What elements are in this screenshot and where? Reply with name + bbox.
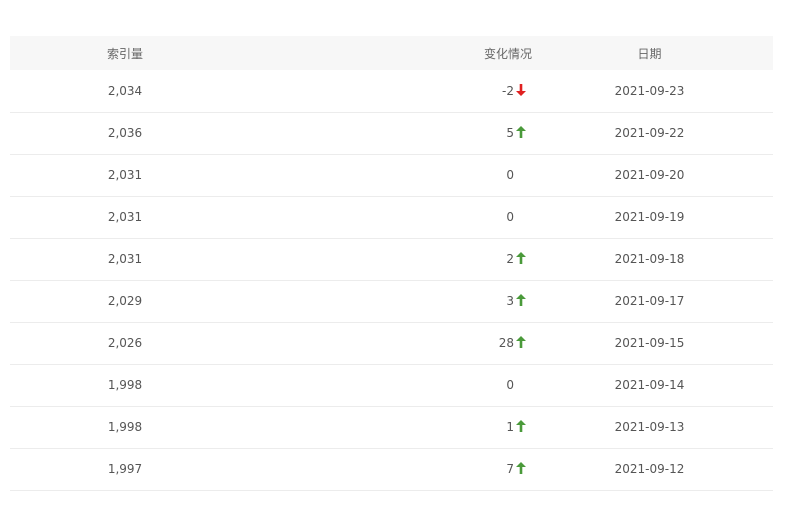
change-cell: 5 — [240, 112, 526, 154]
change-value-wrap: 28 — [486, 336, 526, 350]
arrow-up-icon — [516, 252, 526, 264]
index-count-cell: 2,031 — [107, 252, 143, 266]
change-value: 28 — [498, 336, 514, 350]
header-row: 索引量 变化情况 日期 — [10, 36, 773, 70]
change-value: 7 — [506, 462, 514, 476]
date-cell: 2021-09-19 — [614, 210, 685, 224]
change-cell: 28 — [240, 322, 526, 364]
arrow-up-icon — [516, 294, 526, 306]
arrow-up-icon — [516, 126, 526, 138]
header-date: 日期 — [637, 46, 662, 61]
change-value-wrap: 7 — [486, 462, 526, 476]
arrow-up-icon — [516, 462, 526, 474]
arrow-up-icon — [516, 336, 526, 348]
change-cell: 7 — [240, 448, 526, 490]
arrow-down-icon — [516, 83, 526, 96]
change-value-wrap: 0 — [486, 378, 526, 392]
change-cell: 2 — [240, 238, 526, 280]
change-value-wrap: 3 — [486, 294, 526, 308]
arrow-up-icon — [516, 420, 526, 432]
index-count-cell: 2,034 — [107, 83, 143, 98]
index-table-container: 索引量 变化情况 日期 2,034 -2 2021-09-23 2,036 5 … — [10, 36, 773, 491]
change-value: -2 — [502, 83, 514, 98]
header-index-count: 索引量 — [106, 46, 143, 61]
change-cell: -2 — [240, 70, 526, 112]
index-count-cell: 2,029 — [107, 294, 143, 308]
change-value-wrap: 5 — [486, 126, 526, 140]
change-value-wrap: 0 — [486, 168, 526, 182]
table-row: 1,997 7 2021-09-12 — [10, 448, 773, 490]
change-cell: 1 — [240, 406, 526, 448]
change-value: 0 — [506, 210, 514, 224]
change-cell: 0 — [240, 364, 526, 406]
date-cell: 2021-09-22 — [614, 126, 685, 140]
index-count-cell: 2,031 — [107, 168, 143, 182]
date-cell: 2021-09-14 — [614, 378, 685, 392]
change-value: 2 — [506, 252, 514, 266]
date-cell: 2021-09-20 — [614, 168, 685, 182]
change-value: 1 — [506, 420, 514, 434]
change-value-wrap: 2 — [486, 252, 526, 266]
header-change: 变化情况 — [240, 36, 532, 70]
change-value: 0 — [506, 168, 514, 182]
table-body: 2,034 -2 2021-09-23 2,036 5 2021-09-22 2… — [10, 70, 773, 490]
change-value: 3 — [506, 294, 514, 308]
date-cell: 2021-09-15 — [614, 336, 685, 350]
table-row: 2,034 -2 2021-09-23 — [10, 70, 773, 112]
table-row: 2,031 0 2021-09-20 — [10, 154, 773, 196]
index-history-table: 索引量 变化情况 日期 2,034 -2 2021-09-23 2,036 5 … — [10, 36, 773, 491]
change-value: 0 — [506, 378, 514, 392]
change-value-wrap: -2 — [486, 83, 526, 98]
change-value: 5 — [506, 126, 514, 140]
date-cell: 2021-09-18 — [614, 252, 685, 266]
change-cell: 0 — [240, 154, 526, 196]
change-value-wrap: 1 — [486, 420, 526, 434]
header-change-label: 变化情况 — [483, 46, 532, 61]
index-count-cell: 1,997 — [107, 462, 143, 476]
table-header: 索引量 变化情况 日期 — [10, 36, 773, 70]
table-row: 1,998 0 2021-09-14 — [10, 364, 773, 406]
date-cell: 2021-09-17 — [614, 294, 685, 308]
date-cell: 2021-09-23 — [614, 83, 685, 98]
index-count-cell: 2,031 — [107, 210, 143, 224]
table-row: 1,998 1 2021-09-13 — [10, 406, 773, 448]
table-row: 2,036 5 2021-09-22 — [10, 112, 773, 154]
change-cell: 0 — [240, 196, 526, 238]
change-value-wrap: 0 — [486, 210, 526, 224]
table-row: 2,031 2 2021-09-18 — [10, 238, 773, 280]
index-count-cell: 1,998 — [107, 420, 143, 434]
date-cell: 2021-09-13 — [614, 420, 685, 434]
index-count-cell: 2,026 — [107, 336, 143, 350]
index-count-cell: 2,036 — [107, 126, 143, 140]
change-cell: 3 — [240, 280, 526, 322]
index-count-cell: 1,998 — [107, 378, 143, 392]
table-row: 2,029 3 2021-09-17 — [10, 280, 773, 322]
table-row: 2,026 28 2021-09-15 — [10, 322, 773, 364]
table-row: 2,031 0 2021-09-19 — [10, 196, 773, 238]
date-cell: 2021-09-12 — [614, 462, 685, 476]
